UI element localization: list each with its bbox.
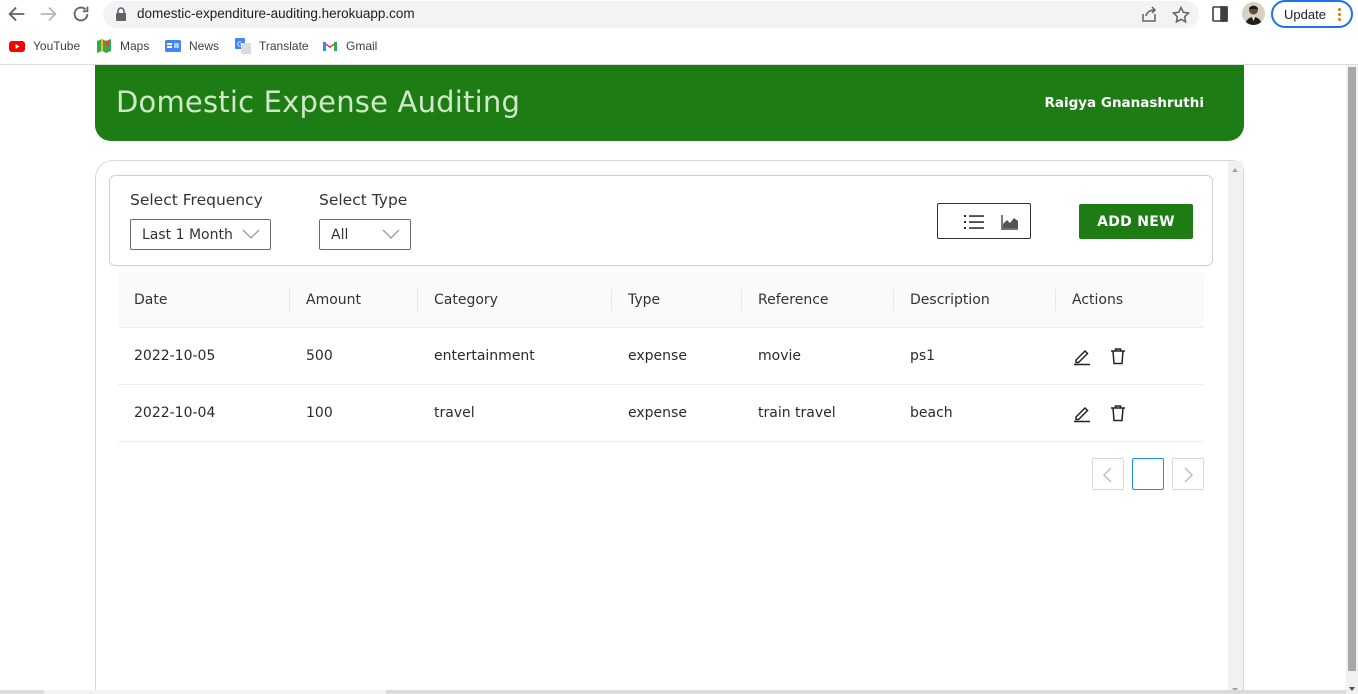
type-label: Select Type <box>319 191 408 209</box>
column-header-type: Type <box>628 292 661 308</box>
side-panel-icon[interactable] <box>1210 4 1230 24</box>
cell-date: 2022-10-04 <box>134 405 216 421</box>
horizontal-scroll-thumb[interactable] <box>44 690 386 694</box>
bookmark-youtube[interactable]: YouTube <box>9 35 80 57</box>
chevron-left-icon <box>1102 467 1112 483</box>
chevron-right-icon <box>1184 467 1194 483</box>
edit-icon[interactable] <box>1072 403 1092 423</box>
column-separator <box>1055 289 1056 311</box>
chart-view-icon[interactable] <box>1000 213 1020 231</box>
column-header-actions: Actions <box>1072 292 1124 308</box>
delete-icon[interactable] <box>1108 346 1128 366</box>
bookmark-news[interactable]: News <box>165 35 219 57</box>
update-label: Update <box>1284 7 1326 22</box>
bookmarks-bar: YouTube Maps News G Translate Gmail <box>0 35 1358 57</box>
type-value: All <box>331 227 349 243</box>
edit-icon[interactable] <box>1072 346 1092 366</box>
share-icon[interactable] <box>1139 5 1159 25</box>
column-header-category: Category <box>434 292 498 308</box>
bookmark-label: Translate <box>259 39 309 53</box>
column-header-reference: Reference <box>758 292 829 308</box>
user-name: Raigya Gnanashruthi <box>1044 95 1204 111</box>
column-separator <box>417 289 418 311</box>
chevron-down-icon <box>242 229 260 239</box>
column-separator <box>289 289 290 311</box>
expense-table: Date Amount Category Type Reference Desc… <box>118 273 1204 442</box>
card-scrollbar[interactable] <box>1228 161 1243 694</box>
reload-icon[interactable] <box>70 3 92 25</box>
bookmark-label: Gmail <box>346 39 378 53</box>
filter-panel: Select Frequency Last 1 Month Select Typ… <box>109 175 1213 266</box>
back-arrow-icon[interactable] <box>6 3 28 25</box>
bookmark-label: YouTube <box>33 39 81 53</box>
cell-description: beach <box>910 405 953 421</box>
list-view-icon[interactable] <box>964 213 984 231</box>
pagination-prev-button[interactable] <box>1092 458 1124 490</box>
table-row: 2022-10-05 500 entertainment expense mov… <box>118 328 1204 385</box>
column-header-description: Description <box>910 292 990 308</box>
lock-icon <box>116 7 126 21</box>
maps-icon <box>97 39 111 53</box>
horizontal-scrollbar[interactable] <box>0 690 1346 694</box>
scrollbar-thumb[interactable] <box>1348 67 1356 671</box>
bookmark-maps[interactable]: Maps <box>96 35 149 57</box>
gmail-icon <box>322 41 338 51</box>
chevron-down-icon <box>382 229 400 239</box>
cell-category: entertainment <box>434 348 535 364</box>
update-button[interactable]: Update <box>1271 0 1353 28</box>
scroll-up-arrow-icon[interactable] <box>1232 168 1238 172</box>
delete-icon[interactable] <box>1108 403 1128 423</box>
cell-amount: 100 <box>306 405 333 421</box>
youtube-icon <box>9 41 25 52</box>
column-separator <box>741 289 742 311</box>
cell-date: 2022-10-05 <box>134 348 216 364</box>
profile-avatar[interactable] <box>1242 2 1265 25</box>
cell-actions <box>1072 328 1144 384</box>
cell-type: expense <box>628 405 687 421</box>
cell-type: expense <box>628 348 687 364</box>
url-text: domestic-expenditure-auditing.herokuapp.… <box>137 6 415 21</box>
type-select[interactable]: All <box>319 219 411 250</box>
translate-icon: G <box>235 38 251 54</box>
view-toggle <box>937 203 1031 239</box>
column-header-amount: Amount <box>306 292 362 308</box>
column-separator <box>611 289 612 311</box>
column-separator <box>893 289 894 311</box>
table-header-row: Date Amount Category Type Reference Desc… <box>118 273 1204 328</box>
bookmark-label: News <box>189 39 220 53</box>
news-icon <box>165 40 181 52</box>
pagination-next-button[interactable] <box>1172 458 1204 490</box>
bookmark-label: Maps <box>120 39 150 53</box>
address-bar[interactable]: domestic-expenditure-auditing.herokuapp.… <box>103 1 1199 28</box>
frequency-label: Select Frequency <box>130 191 263 209</box>
bookmark-gmail[interactable]: Gmail <box>322 35 377 57</box>
menu-dots-icon <box>1338 8 1341 23</box>
cell-reference: train travel <box>758 405 836 421</box>
cell-description: ps1 <box>910 348 936 364</box>
column-header-date: Date <box>134 292 168 308</box>
page-scrollbar[interactable] <box>1346 65 1358 694</box>
pagination-page-current[interactable] <box>1132 458 1164 490</box>
star-icon[interactable] <box>1171 5 1191 25</box>
frequency-select[interactable]: Last 1 Month <box>130 219 271 250</box>
cell-reference: movie <box>758 348 801 364</box>
page-title: Domestic Expense Auditing <box>116 85 521 119</box>
svg-text:G: G <box>237 41 242 49</box>
cell-actions <box>1072 385 1144 441</box>
browser-chrome: domestic-expenditure-auditing.herokuapp.… <box>0 0 1358 65</box>
scroll-down-arrow-icon[interactable] <box>1349 687 1355 691</box>
add-new-button[interactable]: ADD NEW <box>1079 204 1193 239</box>
page-viewport: Domestic Expense Auditing Raigya Gnanash… <box>0 65 1358 694</box>
frequency-value: Last 1 Month <box>142 227 233 243</box>
cell-amount: 500 <box>306 348 333 364</box>
forward-arrow-icon[interactable] <box>37 3 59 25</box>
cell-category: travel <box>434 405 475 421</box>
table-row: 2022-10-04 100 travel expense train trav… <box>118 385 1204 442</box>
bookmark-translate[interactable]: G Translate <box>235 35 309 57</box>
app-header: Domestic Expense Auditing Raigya Gnanash… <box>95 65 1244 141</box>
